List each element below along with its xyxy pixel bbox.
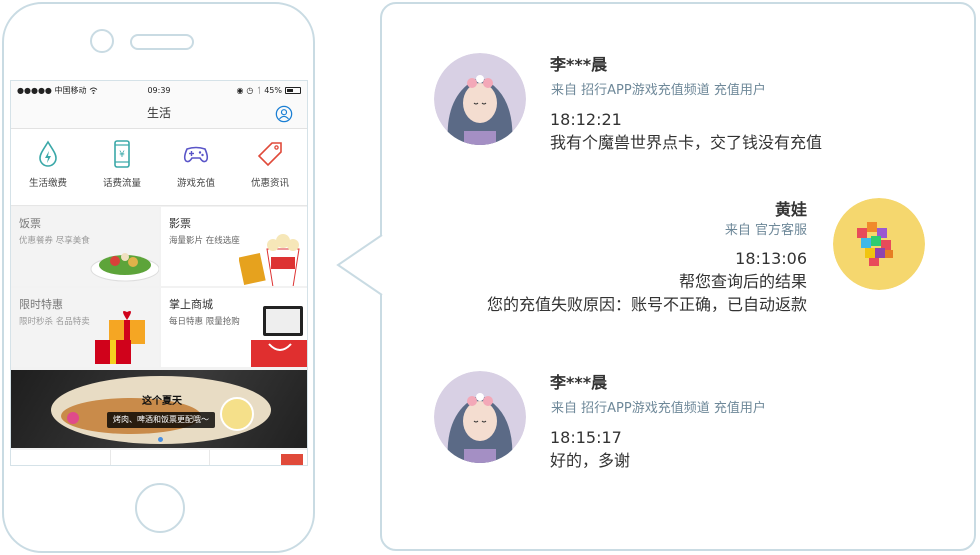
quick-action-game-topup[interactable]: 游戏充值 [159, 129, 233, 205]
message-text: 我有个魔兽世界点卡，交了钱没有充值 [550, 133, 823, 152]
sender-name: 李***晨 [550, 55, 608, 74]
lock-rotation-icon: ◉ [236, 85, 244, 95]
battery-icon [285, 86, 301, 94]
colorful-cube-logo-icon [833, 198, 925, 290]
bottom-strip [11, 450, 307, 465]
sender-name: 李***晨 [550, 373, 608, 392]
page-title: 生活 [146, 106, 171, 120]
banner-subtitle: 烤肉、啤酒和饭票更配哦～ [107, 412, 215, 428]
message-text: 帮您查询后的结果 [678, 272, 807, 291]
card-title: 掌上商城 [169, 298, 213, 311]
app-header: 生活 [11, 99, 307, 129]
clock: 09:39 [147, 85, 171, 95]
user-avatar [434, 371, 526, 463]
sender-source: 来自 官方客服 [724, 223, 807, 238]
quick-action-utilities[interactable]: 生活缴费 [11, 129, 85, 205]
quick-action-deals[interactable]: 优惠资讯 [233, 129, 307, 205]
sender-name: 黄娃 [774, 200, 807, 219]
battery-percent: 45% [264, 85, 282, 95]
quick-action-phone-credit[interactable]: ¥ 话费流量 [85, 129, 159, 205]
card-title: 饭票 [19, 217, 41, 230]
message-text: 您的充值失败原因：账号不正确，已自动返款 [486, 295, 807, 314]
alarm-icon: ◷ [246, 85, 254, 95]
wifi-icon [90, 86, 98, 94]
quick-action-label: 生活缴费 [28, 178, 67, 189]
salad-plate-image [90, 253, 159, 282]
gamepad-icon [183, 146, 209, 163]
message-text: 好的，多谢 [550, 451, 631, 470]
status-bar: ●●●●● 中国移动 09:39 ◉ ◷ ᛐ 45% [11, 81, 307, 99]
speech-bubble-pointer [336, 235, 383, 295]
gift-box-image [95, 311, 145, 364]
quick-action-label: 话费流量 [102, 178, 141, 189]
card-flash-sale[interactable]: 限时特惠 限时秒杀 名品特卖 [11, 288, 159, 367]
quick-action-label: 优惠资讯 [250, 178, 289, 189]
user-profile-icon[interactable] [275, 105, 293, 123]
message-time: 18:13:06 [735, 249, 807, 268]
quick-actions: 生活缴费 ¥ 话费流量 游戏充值 优惠资讯 [11, 129, 307, 206]
agent-avatar [833, 198, 925, 290]
card-meal-voucher[interactable]: 饭票 优惠餐券 尽享美食 [11, 207, 159, 286]
card-subtitle: 每日特惠 限量抢购 [169, 317, 240, 327]
sender-source: 来自 招行APP游戏充值频道 充值用户 [551, 401, 766, 416]
bottom-tile [210, 450, 307, 465]
phone-mockup: ●●●●● 中国移动 09:39 ◉ ◷ ᛐ 45% 生活 生活缴费 ¥ 话费流… [2, 2, 315, 553]
phone-yuan-icon: ¥ [114, 140, 130, 168]
shopping-bag-image [251, 306, 307, 367]
card-mobile-mall[interactable]: 掌上商城 每日特惠 限量抢购 [161, 288, 307, 367]
carousel-indicator[interactable] [158, 437, 163, 442]
message-time: 18:12:21 [550, 110, 622, 129]
card-subtitle: 优惠餐券 尽享美食 [19, 236, 90, 246]
tag-icon [257, 142, 282, 167]
agent-message-block: 黄娃 来自 官方客服 18:13:06 帮您查询后的结果 您的充值失败原因：账号… [407, 196, 807, 316]
carrier-label: ●●●●● 中国移动 [17, 85, 87, 95]
user-avatar [434, 53, 526, 145]
girl-portrait-icon [434, 53, 526, 145]
sender-source: 来自 招行APP游戏充值频道 充值用户 [551, 83, 766, 98]
category-grid: 饭票 优惠餐券 尽享美食 影票 海量影片 在线选座 限时特惠 限时秒杀 名品特卖… [11, 207, 307, 367]
bottom-tile [111, 450, 211, 465]
card-movie-ticket[interactable]: 影票 海量影片 在线选座 [161, 207, 307, 286]
promo-banner[interactable]: 这个夏天 烤肉、啤酒和饭票更配哦～ [11, 370, 307, 448]
water-drop-bolt-icon [39, 140, 57, 167]
card-title: 影票 [169, 217, 191, 230]
phone-screen: ●●●●● 中国移动 09:39 ◉ ◷ ᛐ 45% 生活 生活缴费 ¥ 话费流… [10, 80, 308, 466]
popcorn-image [239, 234, 300, 286]
home-button[interactable] [135, 483, 185, 533]
card-subtitle: 海量影片 在线选座 [169, 236, 240, 246]
girl-portrait-icon [434, 371, 526, 463]
card-title: 限时特惠 [19, 298, 63, 311]
bottom-tile [11, 450, 111, 465]
message-time: 18:15:17 [550, 428, 622, 447]
banner-title: 这个夏天 [142, 396, 182, 407]
phone-camera [90, 29, 114, 53]
quick-action-label: 游戏充值 [176, 178, 215, 189]
svg-text:¥: ¥ [119, 150, 125, 160]
phone-speaker [130, 34, 194, 50]
bluetooth-icon: ᛐ [256, 85, 262, 95]
card-subtitle: 限时秒杀 名品特卖 [19, 317, 90, 327]
